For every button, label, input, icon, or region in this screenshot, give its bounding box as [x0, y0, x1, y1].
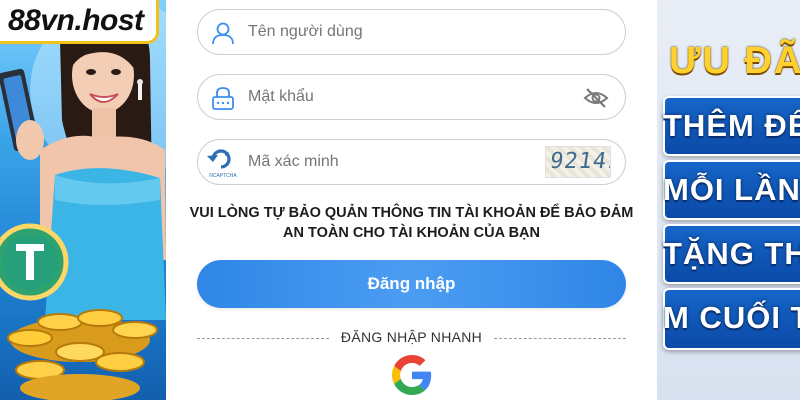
eye-off-icon[interactable]	[583, 87, 609, 109]
password-input[interactable]	[248, 75, 548, 119]
captcha-image[interactable]: 92141	[545, 146, 611, 178]
promo-title: ƯU ĐÃI 9	[669, 40, 800, 82]
username-input[interactable]	[248, 10, 548, 54]
captcha-input[interactable]	[248, 140, 548, 184]
password-field[interactable]	[197, 74, 626, 120]
captcha-badge-label: NCAPTCHA	[209, 173, 237, 179]
promo-model-illustration	[0, 0, 166, 400]
left-promo-banner: 88vn.host	[0, 0, 166, 400]
login-form: NCAPTCHA 92141 VUI LÒNG TỰ BẢO QUẢN THÔN…	[166, 0, 657, 400]
watermark-text: 88vn.host	[8, 3, 144, 37]
captcha-badge: NCAPTCHA	[205, 146, 237, 180]
captcha-field[interactable]: NCAPTCHA 92141	[197, 139, 626, 185]
right-promo-banner: ƯU ĐÃI 9 THÊM ĐẾN 8 MỖI LẦN N TẶNG THÊM …	[657, 0, 800, 400]
user-icon	[212, 22, 234, 45]
lock-icon	[212, 87, 234, 110]
google-icon[interactable]	[392, 355, 432, 395]
quick-login-label: ĐĂNG NHẬP NHANH	[340, 329, 483, 345]
login-button[interactable]: Đăng nhập	[197, 260, 626, 308]
login-screen: 88vn.host Tên người dùng NCAPTCHA Mã xác…	[0, 0, 800, 400]
quick-login-divider: ĐĂNG NHẬP NHANH	[197, 329, 626, 347]
divider-line-right	[494, 338, 626, 339]
promo-line-3: TẶNG THÊM	[663, 236, 800, 271]
site-watermark-logo: 88vn.host	[0, 0, 159, 44]
captcha-icon	[207, 149, 231, 169]
username-field[interactable]	[197, 9, 626, 55]
captcha-code: 92141	[548, 149, 611, 174]
promo-line-4: M CUỐI TUẦ	[663, 300, 800, 335]
promo-line-1: THÊM ĐẾN 8	[663, 108, 800, 143]
security-notice: VUI LÒNG TỰ BẢO QUẢN THÔNG TIN TÀI KHOẢN…	[189, 205, 634, 241]
promo-line-2: MỖI LẦN N	[663, 172, 800, 207]
